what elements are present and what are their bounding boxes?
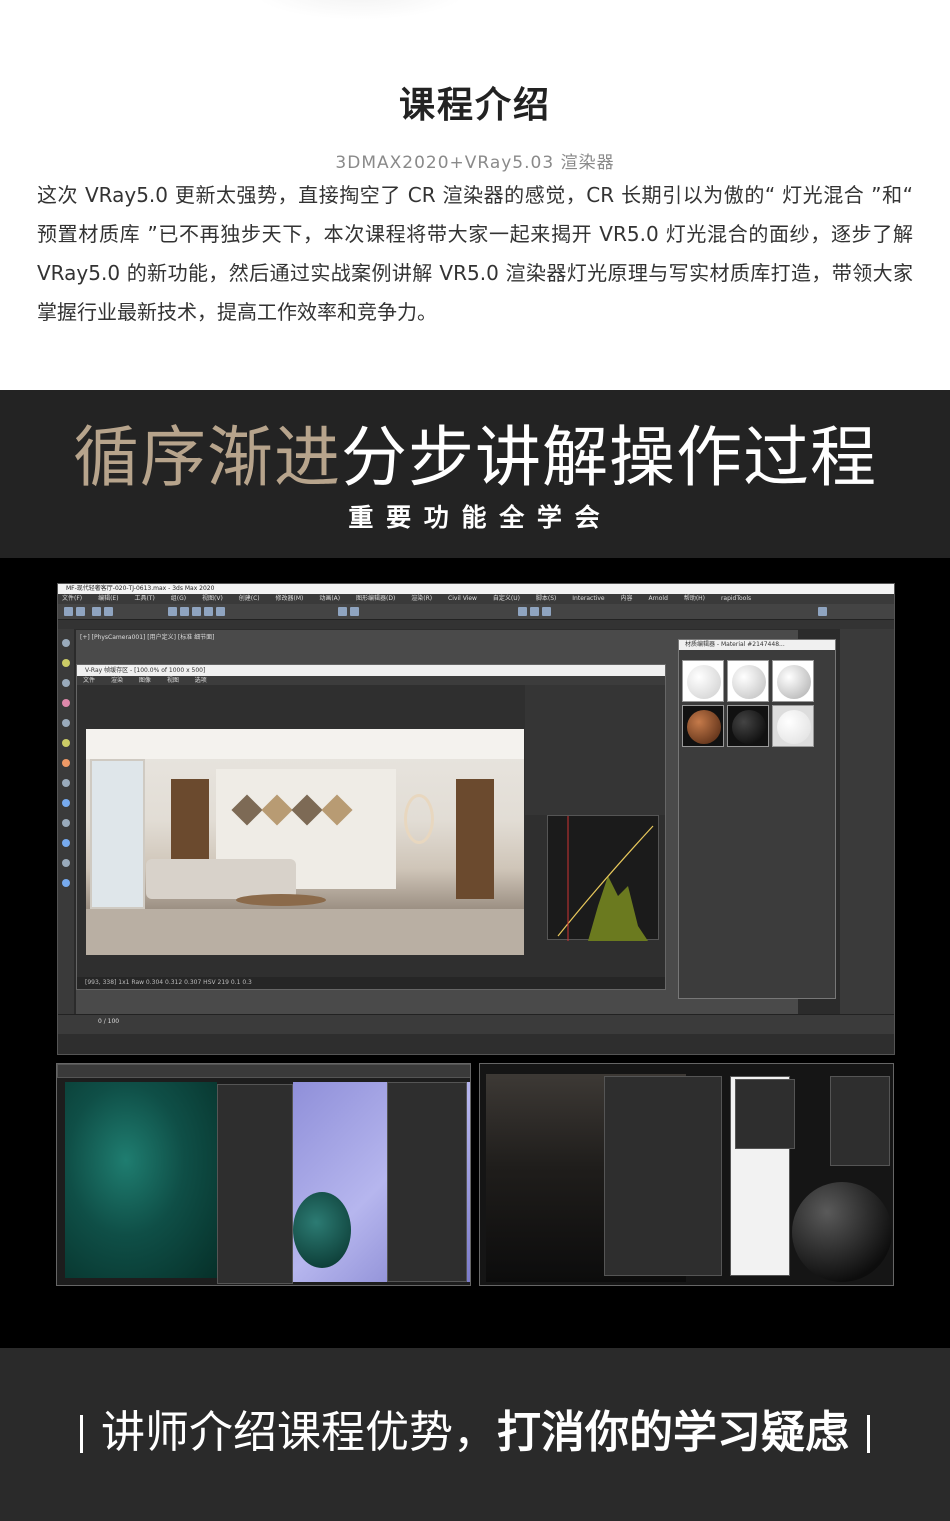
undo-icon[interactable] bbox=[64, 607, 73, 616]
tool-icon[interactable] bbox=[62, 839, 70, 847]
tool-icon[interactable] bbox=[62, 759, 70, 767]
app-menubar: 文件(F) 编辑(E) 工具(T) 组(G) 视图(V) 创建(C) 修改器(M… bbox=[58, 594, 894, 604]
menu-item[interactable]: 组(G) bbox=[171, 595, 186, 602]
material-slot[interactable] bbox=[772, 660, 814, 702]
footer-text-light: 讲师介绍课程优势， bbox=[101, 1407, 497, 1458]
menu-item[interactable]: 内容 bbox=[621, 595, 633, 602]
frame-counter: 0 / 100 bbox=[98, 1018, 120, 1025]
material-slot[interactable] bbox=[727, 660, 769, 702]
rotate-icon[interactable] bbox=[204, 607, 213, 616]
decorative-arc bbox=[250, 0, 470, 20]
banner-headline-gold: 循序渐进 bbox=[73, 419, 341, 496]
vfb-menu-item[interactable]: 渲染 bbox=[111, 677, 123, 684]
unlink-icon[interactable] bbox=[104, 607, 113, 616]
velvet-material-screenshot bbox=[56, 1063, 471, 1286]
material-preview-sphere bbox=[293, 1192, 351, 1268]
main-screenshot: MF-现代轻奢客厅-020-TJ-0613.max - 3ds Max 2020… bbox=[57, 583, 895, 1055]
banner-headline: 循序渐进分步讲解操作过程 bbox=[0, 420, 950, 496]
main-toolbar bbox=[58, 604, 894, 620]
scale-icon[interactable] bbox=[216, 607, 225, 616]
menu-item[interactable]: 文件(F) bbox=[62, 595, 82, 602]
tool-icon[interactable] bbox=[62, 779, 70, 787]
vfb-layers-panel[interactable] bbox=[525, 685, 665, 815]
intro-subtitle: 3DMAX2020+VRay5.03 渲染器 bbox=[335, 153, 615, 173]
material-slot[interactable] bbox=[727, 705, 769, 747]
menu-item[interactable]: 视图(V) bbox=[202, 595, 223, 602]
menu-item[interactable]: Interactive bbox=[572, 595, 604, 602]
vfb-curve-panel[interactable] bbox=[547, 815, 660, 941]
tool-icon[interactable] bbox=[62, 879, 70, 887]
material-slots bbox=[682, 660, 817, 750]
left-toolbar bbox=[58, 629, 74, 1029]
tool-icon[interactable] bbox=[62, 859, 70, 867]
command-panel[interactable] bbox=[840, 629, 894, 1029]
curve-graph[interactable] bbox=[548, 816, 660, 941]
divider-bar bbox=[80, 1415, 83, 1453]
divider-bar bbox=[867, 1415, 870, 1453]
material-editor-icon[interactable] bbox=[542, 607, 551, 616]
footer-headline: 讲师介绍课程优势，打消你的学习疑虑 bbox=[0, 1405, 950, 1461]
menu-item[interactable]: Arnold bbox=[648, 595, 667, 602]
rendered-living-room-image bbox=[86, 729, 524, 955]
menu-item[interactable]: rapidTools bbox=[721, 595, 751, 602]
banner-headline-white: 分步讲解操作过程 bbox=[341, 419, 877, 496]
menu-item[interactable]: 创建(C) bbox=[239, 595, 260, 602]
redo-icon[interactable] bbox=[76, 607, 85, 616]
render-icon[interactable] bbox=[530, 607, 539, 616]
intro-body: 这次 VRay5.0 更新太强势，直接掏空了 CR 渲染器的感觉，CR 长期引以… bbox=[37, 183, 913, 324]
timeline[interactable]: 0 / 100 bbox=[58, 1014, 894, 1034]
menu-item[interactable]: 修改器(M) bbox=[276, 595, 304, 602]
material-slot[interactable] bbox=[772, 705, 814, 747]
ribbon-toolbar bbox=[58, 620, 894, 629]
link-icon[interactable] bbox=[92, 607, 101, 616]
menu-item[interactable]: 自定义(U) bbox=[493, 595, 520, 602]
tool-icon[interactable] bbox=[62, 739, 70, 747]
vfb-menu-item[interactable]: 图像 bbox=[139, 677, 151, 684]
render-setup-icon[interactable] bbox=[518, 607, 527, 616]
vfb-menu-item[interactable]: 文件 bbox=[83, 677, 95, 684]
tool-icon[interactable] bbox=[62, 699, 70, 707]
material-editor-window[interactable]: 材质编辑器 - Material #2147448... bbox=[678, 639, 836, 999]
menu-item[interactable]: 编辑(E) bbox=[98, 595, 118, 602]
banner-subline: 重 要 功 能 全 学 会 bbox=[348, 503, 602, 532]
snap-icon[interactable] bbox=[338, 607, 347, 616]
footer-text-bold: 打消你的学习疑虑 bbox=[497, 1407, 849, 1458]
material-slot[interactable] bbox=[682, 705, 724, 747]
vfb-menu-item[interactable]: 视图 bbox=[167, 677, 179, 684]
select-region-icon[interactable] bbox=[180, 607, 189, 616]
status-bar bbox=[58, 1034, 894, 1054]
tool-icon[interactable] bbox=[62, 659, 70, 667]
menu-item[interactable]: Civil View bbox=[448, 595, 477, 602]
vfb-title: V-Ray 帧缓存区 - [100.0% of 1000 x 500] bbox=[77, 665, 665, 676]
layer-icon[interactable] bbox=[818, 607, 827, 616]
angle-snap-icon[interactable] bbox=[350, 607, 359, 616]
app-title: MF-现代轻奢客厅-020-TJ-0613.max - 3ds Max 2020 bbox=[58, 584, 894, 594]
tool-icon[interactable] bbox=[62, 719, 70, 727]
marble-material-screenshot bbox=[479, 1063, 894, 1286]
select-icon[interactable] bbox=[168, 607, 177, 616]
material-editor-title: 材质编辑器 - Material #2147448... bbox=[679, 640, 835, 650]
tool-icon[interactable] bbox=[62, 639, 70, 647]
menu-item[interactable]: 脚本(S) bbox=[536, 595, 557, 602]
marble-sphere-render bbox=[792, 1182, 892, 1282]
vray-frame-buffer-window[interactable]: V-Ray 帧缓存区 - [100.0% of 1000 x 500] 文件 渲… bbox=[76, 664, 666, 990]
tool-icon[interactable] bbox=[62, 679, 70, 687]
tool-icon[interactable] bbox=[62, 799, 70, 807]
vfb-menu-item[interactable]: 选项 bbox=[195, 677, 207, 684]
intro-section: 课程介绍 3DMAX2020+VRay5.03 渲染器 这次 VRay5.0 更… bbox=[0, 0, 950, 390]
menu-item[interactable]: 帮助(H) bbox=[684, 595, 705, 602]
velvet-pillow-render bbox=[65, 1082, 217, 1278]
menu-item[interactable]: 工具(T) bbox=[134, 595, 154, 602]
tool-icon[interactable] bbox=[62, 819, 70, 827]
intro-title: 课程介绍 bbox=[398, 85, 551, 126]
material-slot[interactable] bbox=[682, 660, 724, 702]
vfb-status-bar: [993, 338] 1x1 Raw 0.304 0.312 0.307 HSV… bbox=[77, 977, 665, 989]
menu-item[interactable]: 图形编辑器(D) bbox=[356, 595, 395, 602]
vfb-menubar: 文件 渲染 图像 视图 选项 bbox=[77, 676, 665, 685]
move-icon[interactable] bbox=[192, 607, 201, 616]
menu-item[interactable]: 动画(A) bbox=[319, 595, 340, 602]
menu-item[interactable]: 渲染(R) bbox=[411, 595, 432, 602]
viewport-label[interactable]: [+] [PhysCamera001] [用户定义] [标准 细节面] bbox=[80, 632, 214, 641]
